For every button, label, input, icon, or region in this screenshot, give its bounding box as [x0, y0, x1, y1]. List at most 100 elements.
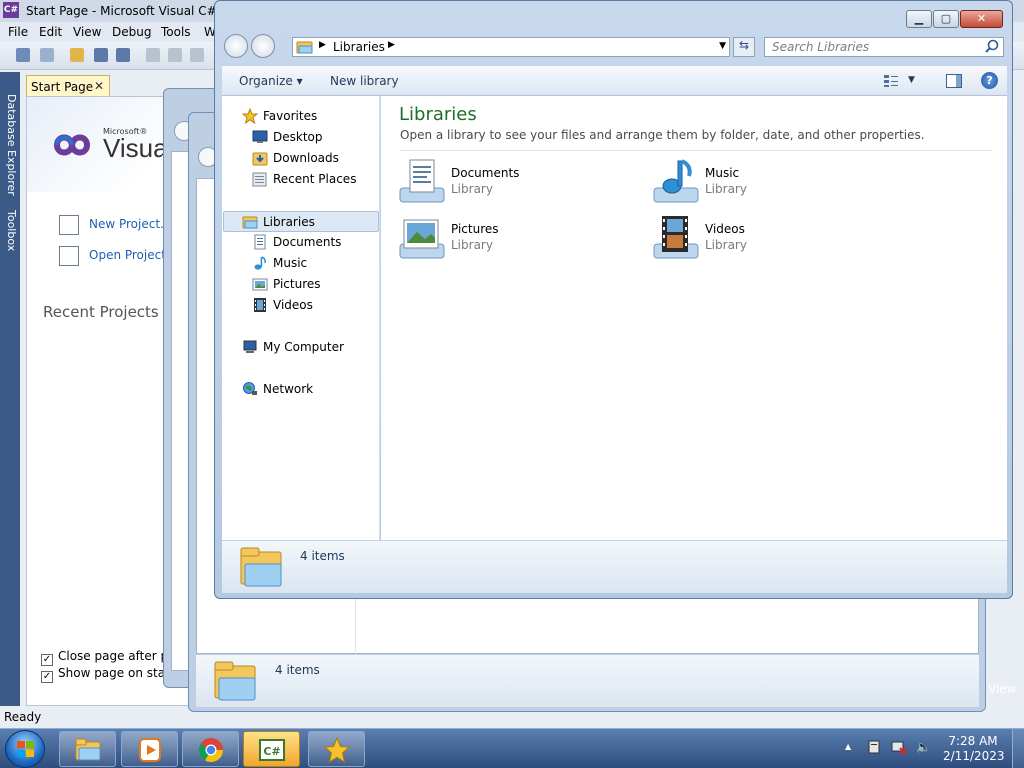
chrome-icon	[198, 738, 223, 763]
new-library-button[interactable]: New library	[330, 74, 399, 88]
caption-buttons: ▁ ▢ ✕	[906, 10, 1003, 29]
breadcrumb-separator-icon[interactable]: ▶	[388, 40, 395, 50]
recent-places-icon	[252, 172, 267, 187]
libraries-heading: Libraries	[399, 104, 477, 125]
paste-toolbar-icon[interactable]	[190, 48, 204, 62]
start-button[interactable]	[5, 730, 45, 768]
close-button[interactable]: ✕	[960, 10, 1003, 28]
nav-label: Recent Places	[273, 172, 357, 186]
minimize-icon: ▁	[914, 12, 924, 25]
nav-item-libraries[interactable]: Libraries	[223, 211, 379, 232]
help-icon[interactable]: ?	[981, 72, 998, 89]
add-item-toolbar-icon[interactable]	[40, 48, 54, 62]
start-page-tab[interactable]: Start Page ✕	[26, 75, 110, 97]
show-on-startup-checkbox-row[interactable]: ✓ Show page on startu	[41, 666, 182, 683]
background-details-pane: 4 items	[196, 654, 979, 707]
view-text: View	[988, 682, 1017, 696]
library-tile-pictures[interactable]: Pictures Library	[398, 214, 598, 264]
copy-toolbar-icon[interactable]	[168, 48, 182, 62]
menu-edit[interactable]: Edit	[39, 25, 62, 39]
documents-icon	[254, 234, 266, 250]
taskbar-chrome[interactable]	[182, 731, 239, 767]
library-tile-documents[interactable]: Documents Library	[398, 158, 598, 208]
show-desktop-button[interactable]	[1012, 729, 1024, 768]
star-icon	[323, 736, 351, 764]
organize-button[interactable]: Organize ▾	[239, 74, 303, 88]
library-type: Library	[451, 238, 493, 252]
action-center-icon[interactable]	[867, 740, 883, 756]
nav-item-videos[interactable]: Videos	[252, 295, 372, 315]
preview-pane-icon[interactable]	[946, 74, 962, 88]
nav-item-pictures[interactable]: Pictures	[252, 274, 372, 294]
open-file-toolbar-icon[interactable]	[70, 48, 84, 62]
close-page-checkbox-row[interactable]: ✓ Close page after pro	[41, 649, 180, 666]
new-project-toolbar-icon[interactable]	[16, 48, 30, 62]
taskbar-favorites-app[interactable]	[308, 731, 365, 767]
library-tile-videos[interactable]: Videos Library	[652, 214, 852, 264]
menu-view[interactable]: View	[73, 25, 101, 39]
search-icon[interactable]	[984, 38, 1000, 56]
back-button[interactable]	[224, 34, 248, 58]
nav-label: Desktop	[273, 130, 323, 144]
nav-item-my-computer[interactable]: My Computer	[242, 337, 372, 357]
music-note-icon	[254, 256, 266, 270]
address-dropdown-icon[interactable]: ▼	[719, 41, 726, 51]
maximize-button[interactable]: ▢	[933, 10, 959, 28]
database-explorer-tab[interactable]: Database Explorer	[2, 94, 18, 196]
breadcrumb-separator-icon[interactable]: ▶	[319, 40, 326, 50]
folder-icon	[75, 738, 101, 761]
close-page-checkbox[interactable]: ✓	[41, 654, 53, 666]
libraries-folder-icon	[242, 216, 258, 229]
taskbar-visual-csharp[interactable]: C#	[243, 731, 300, 767]
menu-debug[interactable]: Debug	[112, 25, 151, 39]
toolbox-tab[interactable]: Toolbox	[2, 210, 18, 251]
change-view-icon[interactable]	[883, 74, 899, 88]
views-dropdown-icon[interactable]: ▼	[908, 75, 915, 85]
nav-item-favorites[interactable]: Favorites	[242, 106, 372, 126]
library-type: Library	[451, 182, 493, 196]
maximize-icon: ▢	[940, 12, 952, 25]
show-hidden-icons-icon[interactable]: ▲	[845, 742, 851, 751]
nav-item-music[interactable]: Music	[252, 253, 372, 273]
windows-logo-icon	[17, 741, 34, 757]
nav-item-network[interactable]: Network	[242, 379, 372, 399]
libraries-explorer-window[interactable]: ▁ ▢ ✕ ▶ Libraries ▶ ▼ ⇆ Search Libraries…	[214, 0, 1013, 599]
clock[interactable]: 7:28 AM 2/11/2023	[943, 734, 1005, 764]
search-placeholder: Search Libraries	[772, 40, 870, 54]
volume-icon[interactable]: 🔈	[916, 740, 931, 754]
new-project-link[interactable]: New Project...	[89, 217, 172, 231]
save-all-toolbar-icon[interactable]	[116, 48, 130, 62]
address-bar[interactable]: ▶ Libraries ▶ ▼	[292, 37, 730, 57]
nav-label: Libraries	[263, 215, 315, 229]
refresh-button[interactable]: ⇆	[733, 37, 755, 57]
close-tab-icon[interactable]: ✕	[94, 79, 104, 93]
command-bar: Organize ▾ New library ▼ ?	[222, 65, 1007, 96]
save-toolbar-icon[interactable]	[94, 48, 108, 62]
library-type: Library	[705, 238, 747, 252]
nav-item-recent-places[interactable]: Recent Places	[252, 169, 372, 189]
library-tile-music[interactable]: Music Library	[652, 158, 852, 208]
network-disconnected-icon[interactable]	[891, 740, 907, 756]
search-input[interactable]: Search Libraries	[764, 37, 1004, 57]
film-strip-icon	[254, 298, 266, 312]
menu-file[interactable]: File	[8, 25, 28, 39]
breadcrumb-libraries[interactable]: Libraries	[333, 40, 385, 54]
nav-item-downloads[interactable]: Downloads	[252, 148, 372, 168]
new-project-icon	[59, 215, 79, 235]
minimize-button[interactable]: ▁	[906, 10, 932, 28]
library-name: Music	[705, 166, 740, 180]
details-pane: 4 items	[222, 540, 1007, 593]
nav-item-documents[interactable]: Documents	[252, 232, 372, 252]
status-text: Ready	[4, 710, 42, 724]
nav-label: Pictures	[273, 277, 321, 291]
taskbar-windows-explorer[interactable]	[59, 731, 116, 767]
pictures-library-icon	[399, 219, 445, 259]
cut-toolbar-icon[interactable]	[146, 48, 160, 62]
show-on-startup-checkbox[interactable]: ✓	[41, 671, 53, 683]
nav-item-desktop[interactable]: Desktop	[252, 127, 372, 147]
nav-label: Network	[263, 382, 314, 396]
visual-studio-logo-icon	[53, 134, 91, 156]
forward-button[interactable]	[251, 34, 275, 58]
taskbar-media-player[interactable]	[121, 731, 178, 767]
menu-tools[interactable]: Tools	[161, 25, 191, 39]
